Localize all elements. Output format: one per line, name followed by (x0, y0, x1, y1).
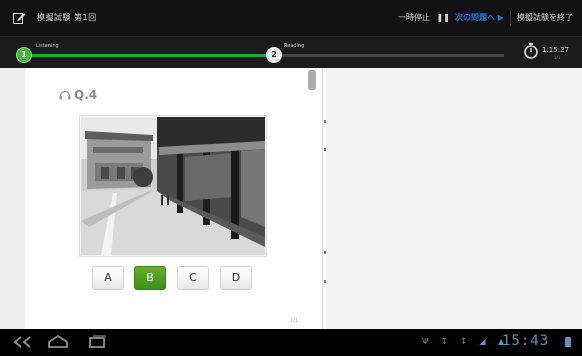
home-icon[interactable] (47, 335, 69, 349)
timer-readout: 1:15:27 (542, 46, 569, 54)
question-photo (81, 117, 265, 255)
option-b-button[interactable]: B (134, 266, 166, 290)
option-c-button[interactable]: C (177, 266, 209, 290)
splitter-tick (324, 251, 326, 254)
page-indicator: 1/1 (290, 318, 299, 324)
step-1-marker[interactable]: 1 (16, 47, 32, 63)
step-label-listening: Listening (36, 43, 59, 49)
system-navigation-bar: Ψ ↧ ↧ ◢ ▲ 15:43 (0, 329, 582, 356)
download-icon: ↧ (440, 337, 453, 346)
download-icon: ↧ (460, 337, 472, 346)
section-progress: Listening Reading 1 2 (0, 36, 582, 68)
option-d-button[interactable]: D (220, 266, 252, 290)
system-clock: 15:43 (502, 333, 550, 349)
pause-button[interactable]: 一時停止 ❚❚ (398, 12, 450, 23)
timer-sub: 1/1 (554, 55, 561, 60)
splitter-tick (324, 120, 326, 123)
step-label-reading: Reading (284, 43, 305, 49)
progress-track (24, 54, 504, 57)
back-icon[interactable] (12, 335, 34, 349)
battery-icon (565, 337, 571, 347)
pause-icon: ❚❚ (436, 13, 450, 22)
pause-label: 一時停止 (398, 13, 430, 22)
stopwatch-icon (524, 43, 538, 59)
usb-icon: Ψ (422, 337, 434, 346)
step-2-marker[interactable]: 2 (266, 47, 282, 63)
question-number: Q.4 (74, 88, 98, 102)
progress-fill (24, 54, 274, 57)
next-label: 次の問題へ (455, 13, 495, 22)
scroll-handle[interactable] (308, 70, 316, 90)
splitter-tick (324, 280, 326, 283)
headphone-icon (59, 90, 71, 100)
option-a-button[interactable]: A (92, 266, 124, 290)
action-bar: 模擬試験 第1回 一時停止 ❚❚ 次の問題へ ▶ 模擬試験を終了 (0, 0, 582, 36)
status-icons[interactable]: Ψ ↧ ↧ ◢ ▲ (422, 337, 509, 346)
action-divider (510, 10, 511, 26)
play-icon: ▶ (497, 13, 504, 22)
question-area: Q.4 A B C D 1/1 (0, 68, 582, 329)
next-question-button[interactable]: 次の問題へ ▶ (455, 12, 504, 23)
app-title: 模擬試験 第1回 (37, 13, 97, 22)
signal-icon: ◢ (479, 337, 491, 346)
answer-panel (326, 68, 582, 329)
splitter-tick (324, 148, 326, 151)
edit-icon[interactable] (13, 11, 26, 24)
finish-exam-button[interactable]: 模擬試験を終了 (517, 12, 573, 23)
recent-apps-icon[interactable] (86, 335, 108, 349)
